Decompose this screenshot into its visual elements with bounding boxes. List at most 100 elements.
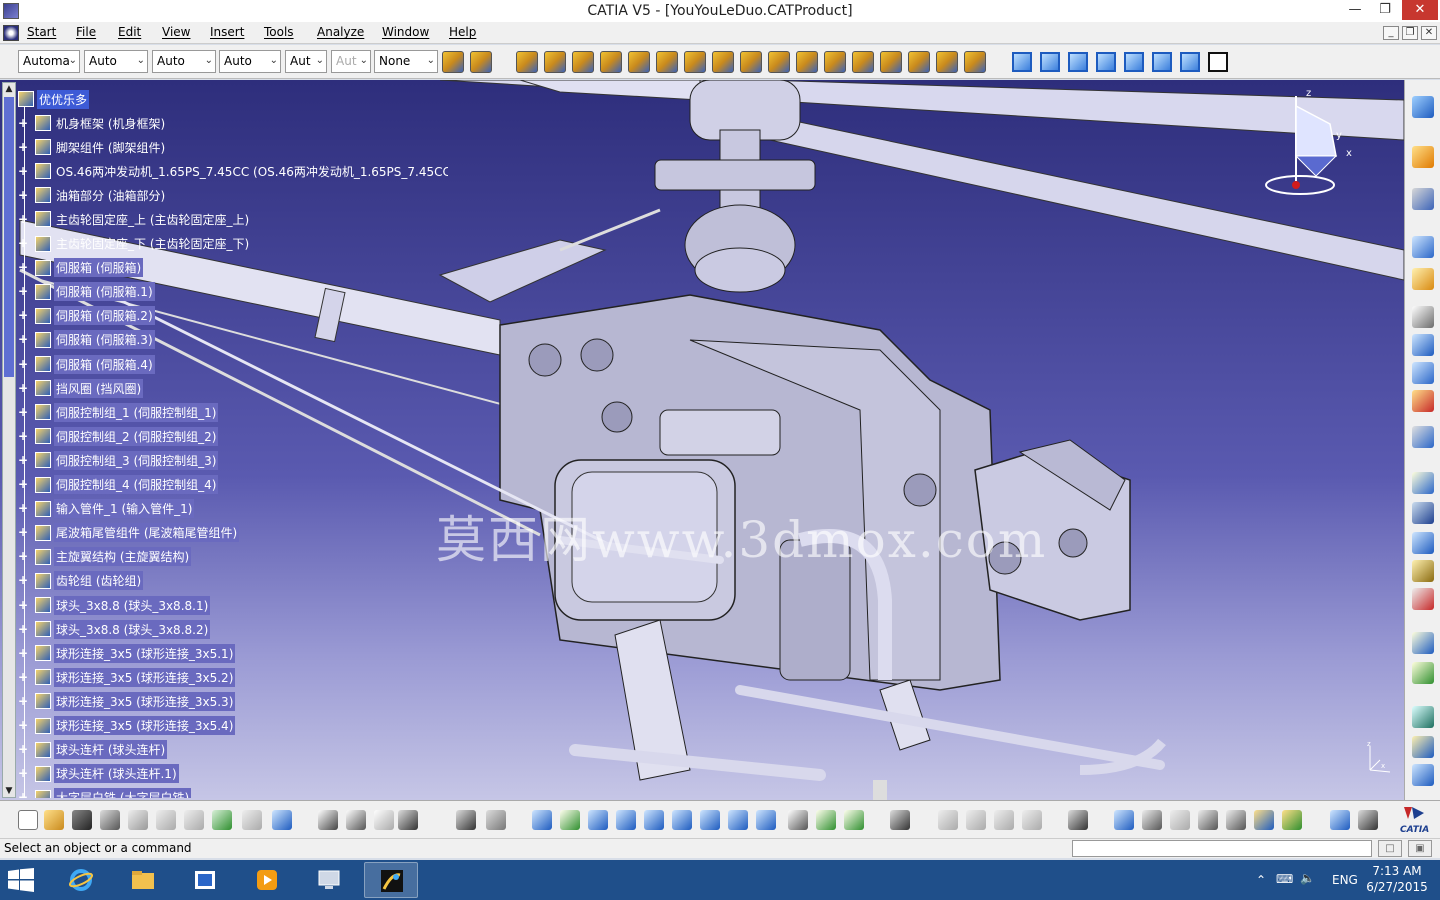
scene-icon[interactable] [1412, 632, 1434, 654]
constraints-icon[interactable] [1412, 268, 1434, 290]
copy-icon[interactable] [156, 810, 176, 830]
explode-icon[interactable] [796, 51, 818, 73]
expand-plus-icon[interactable]: + [18, 502, 29, 514]
clash-icon[interactable] [1412, 426, 1434, 448]
tree-node[interactable]: + 主齿轮固定座_上 (主齿轮固定座_上) [18, 208, 251, 230]
scroll-thumb[interactable] [4, 97, 14, 377]
tree-node[interactable]: + 球形连接_3x5 (球形连接_3x5.4) [18, 715, 236, 737]
taskbar-photo-app[interactable] [178, 862, 232, 898]
multi-view-icon[interactable] [728, 810, 748, 830]
tree-node-label[interactable]: 球头_3x8.8 (球头_3x8.8.2) [54, 619, 211, 639]
edit-links-icon[interactable] [1022, 810, 1042, 830]
tree-node-label[interactable]: 齿轮组 (齿轮组) [54, 571, 144, 591]
tree-node-label[interactable]: 球形连接_3x5 (球形连接_3x5.1) [54, 643, 236, 663]
new-document-icon[interactable] [18, 810, 38, 830]
tree-node-label[interactable]: 伺服控制组_4 (伺服控制组_4) [54, 475, 219, 494]
expand-plus-icon[interactable]: + [18, 599, 29, 611]
stop-manipulate-icon[interactable] [824, 51, 846, 73]
view-mode-icon[interactable] [788, 810, 808, 830]
tree-node[interactable]: + 挡风圈 (挡风圈) [18, 377, 144, 399]
tree-scrollbar[interactable]: ▲ ▼ [2, 82, 16, 798]
expand-plus-icon[interactable]: + [18, 165, 29, 177]
new-part-icon[interactable] [600, 51, 622, 73]
doc-restore-button[interactable]: ❐ [1402, 26, 1418, 40]
tree-node-label[interactable]: 伺服控制组_3 (伺服控制组_3) [54, 450, 219, 470]
generate-numbering-icon[interactable] [684, 51, 706, 73]
tree-node[interactable]: + 伺服箱 (伺服箱.2) [18, 305, 155, 327]
tree-node[interactable]: + 大字层白铁 (大字层白铁) [18, 787, 192, 798]
scan-icon[interactable] [1226, 810, 1246, 830]
cut-icon[interactable] [128, 810, 148, 830]
tree-node-label[interactable]: 球头连杆 (球头连杆.1) [54, 764, 179, 784]
taskbar-system-app[interactable] [302, 862, 356, 898]
tree-node-label[interactable]: 油箱部分 (油箱部分) [54, 186, 167, 205]
expand-plus-icon[interactable]: + [18, 117, 29, 129]
quick-constraint-icon[interactable] [1412, 390, 1434, 412]
tree-node[interactable]: + 伺服控制组_2 (伺服控制组_2) [18, 425, 219, 447]
right-view-icon[interactable] [1124, 52, 1144, 72]
select-arrow-icon[interactable] [1412, 146, 1434, 168]
tree-node-label[interactable]: 主齿轮固定座_下 (主齿轮固定座_下) [54, 234, 251, 253]
tree-node[interactable]: + 尾波箱尾管组件 (尾波箱尾管组件) [18, 522, 240, 544]
color-combo[interactable]: Automa ⌄ [18, 50, 80, 73]
taskbar-internet-explorer[interactable] [54, 862, 108, 898]
fly-mode-icon[interactable] [1412, 188, 1434, 210]
tree-node[interactable]: + OS.46两冲发动机_1.65PS_7.45CC (OS.46两冲发动机_1.… [18, 160, 448, 182]
expand-plus-icon[interactable]: + [18, 647, 29, 659]
doc-minimize-button[interactable]: _ [1383, 26, 1399, 40]
front-view-icon[interactable] [1040, 52, 1060, 72]
reuse-pattern-icon[interactable] [1412, 362, 1434, 384]
merge-icon[interactable] [966, 810, 986, 830]
coincidence-constraint-icon[interactable] [852, 51, 874, 73]
doc-close-button[interactable]: ✕ [1421, 26, 1437, 40]
formula-icon[interactable] [318, 810, 338, 830]
restore-button[interactable]: ❐ [1370, 0, 1400, 20]
update-icon[interactable] [1412, 236, 1434, 258]
expand-plus-icon[interactable]: + [18, 574, 29, 586]
menu-insert[interactable]: Insert [210, 25, 244, 39]
tree-node-label[interactable]: 尾波箱尾管组件 (尾波箱尾管组件) [54, 523, 240, 543]
tree-root-label[interactable]: 优优乐多 [37, 89, 90, 109]
smart-move-icon[interactable] [768, 51, 790, 73]
document-icon[interactable] [3, 25, 19, 41]
tree-node[interactable]: + 主齿轮固定座_下 (主齿轮固定座_下) [18, 233, 251, 255]
menu-window[interactable]: Window [382, 25, 429, 39]
tree-node-label[interactable]: 机身框架 (机身框架) [54, 114, 167, 133]
tree-node-label[interactable]: OS.46两冲发动机_1.65PS_7.45CC (OS.46两冲发动机_1.6… [54, 162, 448, 181]
rotate-icon[interactable] [1412, 706, 1434, 728]
swap-visible-space-icon[interactable] [844, 810, 864, 830]
knowledge-icon[interactable] [374, 810, 394, 830]
tree-node-label[interactable]: 输入管件_1 (输入管件_1) [54, 499, 195, 519]
rendering-style-combo[interactable]: Aut ⌄ [331, 50, 371, 73]
tree-node-label[interactable]: 球形连接_3x5 (球形连接_3x5.2) [54, 667, 236, 687]
expand-plus-icon[interactable]: + [18, 382, 29, 394]
links-icon[interactable] [994, 810, 1014, 830]
tree-node-label[interactable]: 挡风圈 (挡风圈) [54, 378, 144, 398]
expand-plus-icon[interactable]: + [18, 767, 29, 779]
tree-node[interactable]: + 球头连杆 (球头连杆) [18, 739, 168, 761]
menu-edit[interactable]: Edit [118, 25, 141, 39]
expand-plus-icon[interactable]: + [18, 623, 29, 635]
properties-brush-icon[interactable] [470, 51, 492, 73]
pan-icon[interactable] [588, 810, 608, 830]
zoom-out-icon[interactable] [672, 810, 692, 830]
expand-plus-icon[interactable]: + [18, 358, 29, 370]
named-views-icon[interactable] [1208, 52, 1228, 72]
assembly-constraint-icon[interactable] [516, 51, 538, 73]
left-view-icon[interactable] [1096, 52, 1116, 72]
show-hidden-icons-button[interactable]: ⌃ [1256, 873, 1266, 900]
manipulate-icon[interactable] [712, 51, 734, 73]
workbench-icon[interactable] [1412, 96, 1434, 118]
tree-node[interactable]: + 伺服箱 (伺服箱.3) [18, 329, 155, 351]
tree-node-label[interactable]: 伺服箱 (伺服箱.4) [54, 354, 155, 374]
menu-file[interactable]: File [76, 25, 96, 39]
back-view-icon[interactable] [1068, 52, 1088, 72]
expand-plus-icon[interactable]: + [18, 406, 29, 418]
tree-node-label[interactable]: 伺服箱 (伺服箱) [54, 258, 144, 278]
tree-node-label[interactable]: 球形连接_3x5 (球形连接_3x5.4) [54, 716, 236, 735]
tree-node[interactable]: + 油箱部分 (油箱部分) [18, 184, 167, 206]
search-icon[interactable] [1198, 810, 1218, 830]
redo-icon[interactable] [242, 810, 262, 830]
isometric-view-icon[interactable] [1012, 52, 1032, 72]
measure-between-icon[interactable] [890, 810, 910, 830]
